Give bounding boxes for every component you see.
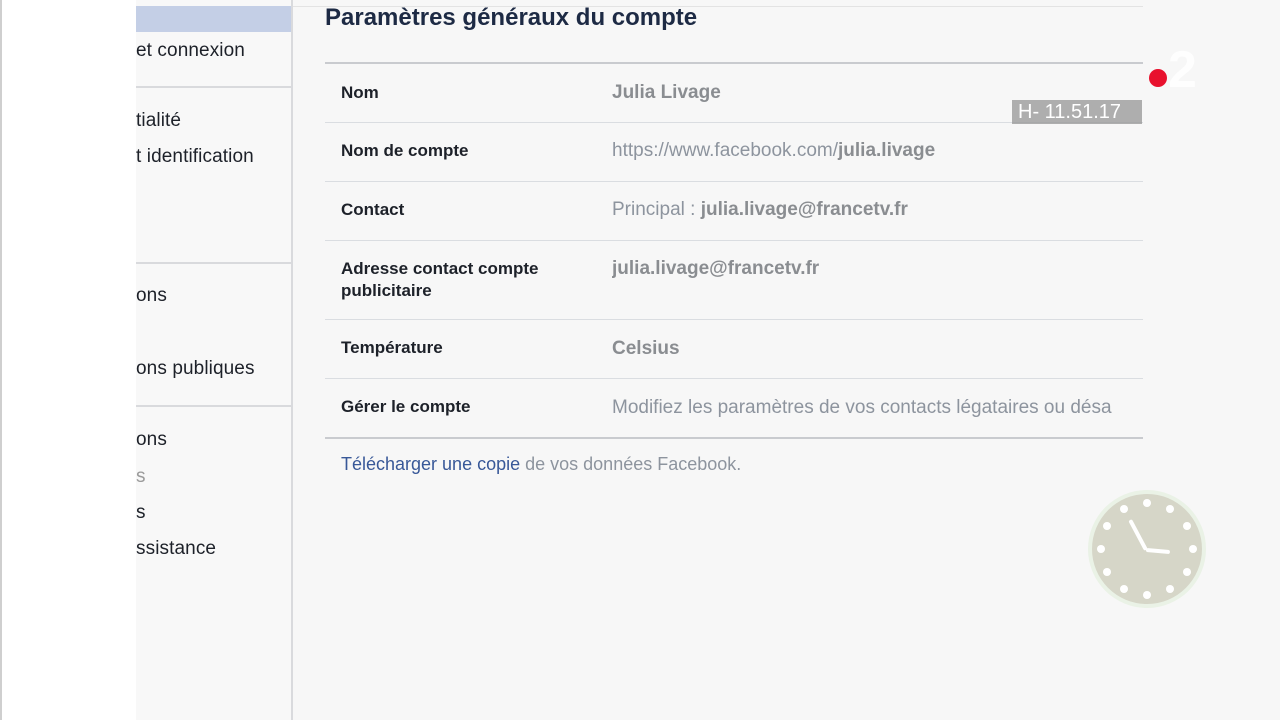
sidebar-item-notifications[interactable]: ons [136, 285, 167, 307]
settings-row-contact[interactable]: Contact Principal : julia.livage@francet… [325, 182, 1143, 241]
sidebar-item-payments[interactable]: s [136, 502, 146, 524]
row-label: Nom de compte [341, 141, 469, 160]
settings-row-ad-contact[interactable]: Adresse contact compte publicitaire julia… [325, 241, 1143, 320]
settings-row-manage-account[interactable]: Gérer le compte Modifiez les paramètres … [325, 379, 1143, 439]
download-copy-text: de vos données Facebook. [520, 454, 742, 474]
row-value: Principal : julia.livage@francetv.fr [612, 199, 908, 220]
sidebar-divider [136, 405, 291, 407]
row-value: Celsius [612, 338, 680, 359]
clock-icon [1082, 486, 1212, 686]
settings-sidebar: et connexion tialité t identification on… [136, 0, 293, 720]
row-value: Modifiez les paramètres de vos contacts … [612, 397, 1112, 418]
sidebar-divider [136, 86, 291, 88]
sidebar-item-timeline-tagging[interactable]: t identification [136, 146, 254, 168]
row-label: Adresse contact compte publicitaire [341, 259, 539, 300]
clock-face [1092, 494, 1202, 604]
row-value: https://www.facebook.com/julia.livage [612, 140, 936, 161]
clock-minute-hand [1145, 548, 1171, 555]
screen-margin [2, 0, 136, 720]
sidebar-item-security-login[interactable]: et connexion [136, 40, 245, 62]
row-label: Température [341, 338, 443, 357]
sidebar-item-applications[interactable]: ons [136, 429, 167, 451]
row-value: julia.livage@francetv.fr [612, 258, 820, 279]
page-title: Paramètres généraux du compte [325, 4, 698, 31]
sidebar-active-item[interactable] [136, 6, 291, 32]
channel-dot-icon [1149, 69, 1167, 87]
sidebar-item-ads[interactable]: s [136, 466, 146, 488]
settings-row-username[interactable]: Nom de compte https://www.facebook.com/j… [325, 123, 1143, 182]
settings-row-temperature[interactable]: Température Celsius [325, 320, 1143, 379]
broadcast-time: H- 11.51.17 [1012, 100, 1142, 124]
channel-number: 2 [1168, 41, 1197, 99]
download-copy-line: Télécharger une copie de vos données Fac… [341, 454, 741, 475]
row-label: Nom [341, 83, 379, 102]
sidebar-divider [136, 262, 291, 264]
download-copy-link[interactable]: Télécharger une copie [341, 454, 520, 474]
row-label: Gérer le compte [341, 397, 471, 416]
sidebar-item-public-posts[interactable]: ons publiques [136, 358, 255, 380]
clock-hour-hand [1128, 519, 1148, 551]
sidebar-item-privacy[interactable]: tialité [136, 110, 181, 132]
sidebar-item-support[interactable]: ssistance [136, 538, 216, 560]
row-label: Contact [341, 200, 405, 219]
